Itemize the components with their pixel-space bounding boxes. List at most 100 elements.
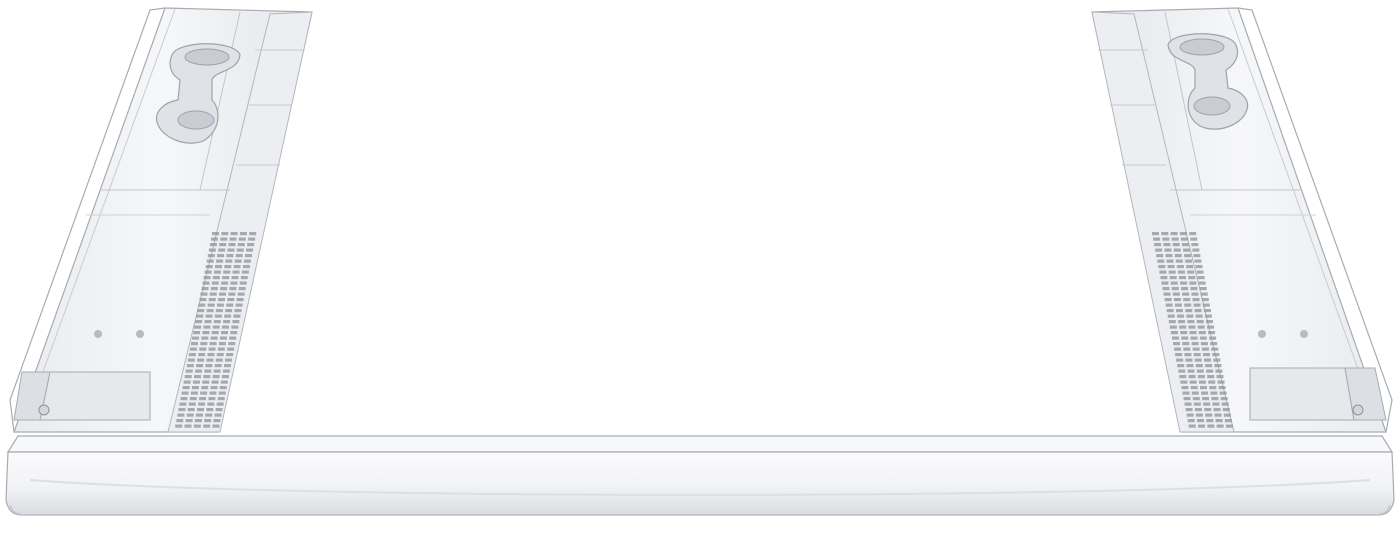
vent-slot (1201, 391, 1209, 395)
vent-slot (235, 303, 243, 307)
vent-slot (1207, 375, 1215, 379)
vent-slot (209, 391, 217, 395)
vent-slot (235, 254, 243, 258)
vent-slot (1193, 303, 1201, 307)
vent-slot (1201, 347, 1209, 351)
vent-slot (1197, 419, 1204, 423)
vent-slot (211, 380, 219, 384)
vent-slot (1157, 259, 1165, 263)
vent-slot (1173, 342, 1180, 346)
vent-slot (208, 347, 216, 351)
vent-slot (1180, 380, 1188, 384)
vent-slot (1193, 254, 1201, 258)
vent-slot (181, 391, 189, 395)
right-foot-pocket (1249, 367, 1355, 421)
vent-slot (1174, 254, 1182, 258)
vent-slot (182, 386, 190, 390)
vent-slot (212, 232, 219, 236)
vent-slot (207, 402, 215, 406)
vent-slot (1182, 243, 1189, 247)
vent-slot (1204, 314, 1212, 318)
vent-slot (1169, 325, 1177, 329)
vent-slot (205, 265, 213, 269)
vent-slot (210, 287, 218, 291)
vent-slot (198, 303, 206, 307)
vent-slot (179, 402, 187, 406)
vent-slot (199, 298, 207, 302)
vent-slot (1202, 303, 1210, 307)
vent-slot (1192, 298, 1200, 302)
vent-slot (189, 397, 197, 401)
vent-slot (1171, 287, 1179, 291)
vent-slot (222, 276, 230, 280)
vent-slot (246, 248, 254, 252)
vent-slot (210, 386, 218, 390)
vent-slot (218, 248, 226, 252)
vent-slot (1184, 402, 1192, 406)
vent-slot (1165, 254, 1173, 258)
vent-slot (203, 424, 211, 428)
vent-slot (192, 336, 200, 340)
vent-slot (1171, 237, 1179, 241)
vent-slot (202, 281, 210, 285)
vent-slot (1203, 353, 1210, 357)
vent-slot (189, 347, 197, 351)
vent-slot (208, 298, 216, 302)
vent-slot (210, 237, 218, 241)
vent-slot (211, 281, 219, 285)
vent-slot (195, 413, 203, 417)
vent-slot (204, 369, 212, 373)
vent-slot (247, 243, 255, 247)
vent-slot (187, 358, 195, 362)
vent-slot (224, 364, 231, 368)
vent-slot (194, 325, 202, 329)
vent-slot (177, 413, 185, 417)
vent-slot (1195, 265, 1203, 269)
vent-slot (200, 342, 208, 346)
vent-slot (221, 281, 229, 285)
vent-slot (1187, 320, 1195, 324)
vent-slot (1152, 232, 1159, 236)
vent-slot (1198, 281, 1206, 285)
vent-slot (1185, 408, 1193, 412)
vent-slot (203, 276, 211, 280)
vent-slot (220, 237, 228, 241)
vent-slot (1196, 270, 1204, 274)
vent-slot (216, 303, 224, 307)
vent-slot (1192, 397, 1200, 401)
vent-slot (1178, 369, 1186, 373)
vent-slot (1190, 237, 1198, 241)
vent-slot (1159, 270, 1167, 274)
vent-slot (1164, 248, 1172, 252)
vent-slot (204, 419, 212, 423)
vent-slot (1186, 364, 1194, 368)
vent-slot (1209, 386, 1217, 390)
vent-slot (1204, 408, 1212, 412)
vent-slot (1187, 419, 1195, 423)
vent-slot (1161, 232, 1169, 236)
vent-slot (201, 336, 209, 340)
vent-slot (191, 386, 199, 390)
vent-slot (205, 413, 213, 417)
vent-slot (1191, 292, 1199, 296)
vent-slot (232, 270, 240, 274)
vent-slot (187, 408, 195, 412)
vent-slot (230, 232, 238, 236)
vent-slot (195, 320, 203, 324)
vent-slot (1186, 265, 1194, 269)
vent-slot (1168, 270, 1176, 274)
vent-slot (1177, 270, 1185, 274)
vent-slot (195, 369, 203, 373)
left-screw-hole-1 (94, 330, 102, 338)
vent-slot (226, 303, 234, 307)
vent-slot (1178, 320, 1186, 324)
vent-slot (1154, 243, 1162, 247)
vent-slot (198, 353, 206, 357)
vent-slot (1174, 303, 1182, 307)
vent-slot (1193, 353, 1201, 357)
vent-slot (243, 259, 251, 263)
vent-slot (241, 270, 249, 274)
vent-slot (216, 259, 224, 263)
vent-slot (203, 375, 211, 379)
vent-slot (1164, 298, 1172, 302)
